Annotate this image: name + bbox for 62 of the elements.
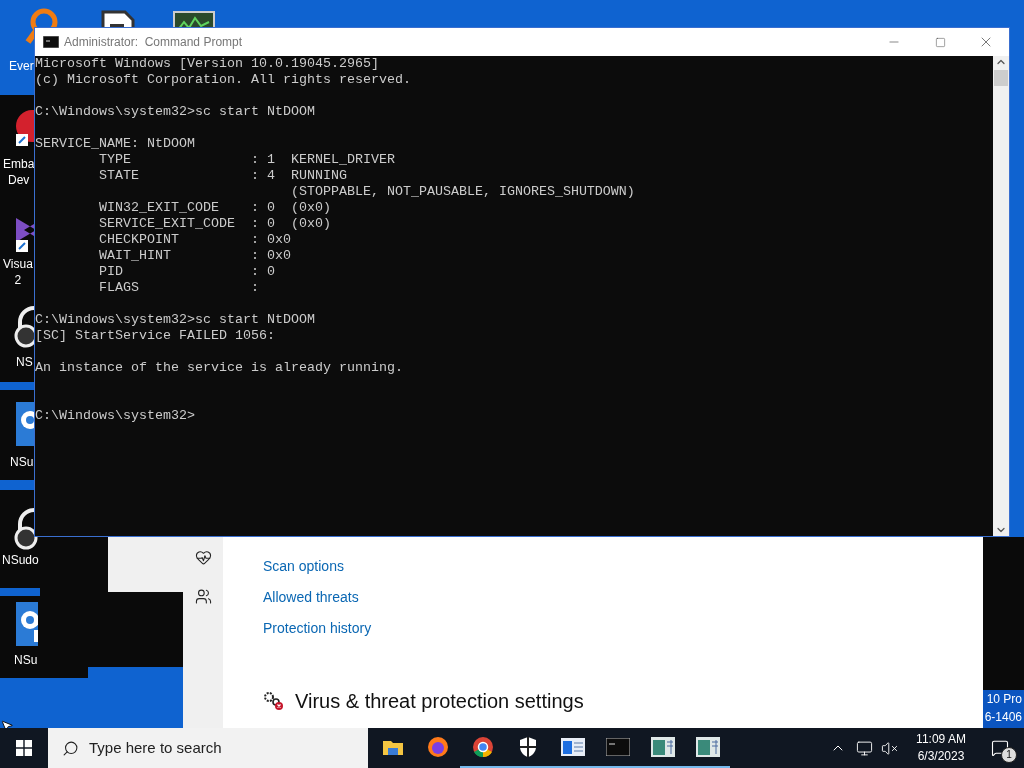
monitor-icon[interactable] — [172, 10, 216, 27]
windows-logo-icon — [16, 740, 32, 756]
scroll-thumb[interactable] — [994, 70, 1008, 86]
terminal-icon — [43, 36, 59, 48]
headphones-icon[interactable] — [14, 506, 38, 550]
icon-label: NSu — [10, 454, 34, 470]
icon-label: NSudo — [2, 552, 39, 568]
window-panel-icon — [560, 738, 585, 756]
shield-icon — [517, 736, 538, 758]
gear-icon[interactable] — [14, 402, 34, 446]
maximize-icon — [934, 36, 946, 48]
console-line: C:\Windows\system32>sc start NtDOOM — [35, 104, 315, 120]
icon-label: NS — [16, 354, 33, 370]
console-line: WIN32_EXIT_CODE : 0 (0x0) — [98, 200, 331, 216]
people-icon[interactable] — [194, 588, 212, 605]
console-line: STATE : 4 RUNNING — [98, 168, 347, 184]
console-line: TYPE : 1 KERNEL_DRIVER — [98, 152, 395, 168]
console-line: SERVICE_EXIT_CODE : 0 (0x0) — [98, 216, 331, 232]
round-browser-icon — [471, 736, 494, 758]
console-line: PID : 0 — [98, 264, 275, 280]
section-heading: Virus & threat protection settings — [295, 689, 584, 714]
clock[interactable]: 11:09 AM 6/3/2023 — [906, 731, 976, 765]
icon-label: NSu — [14, 652, 38, 668]
network-icon[interactable] — [856, 739, 873, 757]
icon-label: Visua — [3, 256, 33, 272]
terminal-icon — [605, 738, 630, 756]
window-icon — [650, 737, 675, 757]
notification-count: 1 — [1001, 747, 1017, 763]
console-line: C:\Windows\system32> — [35, 408, 195, 424]
gears-warning-icon — [263, 691, 285, 711]
edition-text: 10 Pro — [986, 691, 1022, 708]
console-line: WAIT_HINT : 0x0 — [98, 248, 291, 264]
settings-link[interactable]: Allowed threats — [263, 588, 584, 607]
console-line: C:\Windows\system32>sc start NtDOOM — [35, 312, 315, 328]
search-field[interactable]: Type here to search — [48, 728, 368, 768]
icon-label: Dev — [8, 172, 30, 188]
settings-link[interactable]: Protection history — [263, 619, 584, 638]
edition-text: 6-1406 — [984, 709, 1022, 726]
notifications-icon[interactable] — [991, 739, 1009, 757]
scrollbar[interactable] — [993, 56, 1009, 536]
console-line: CHECKPOINT : 0x0 — [98, 232, 291, 248]
console-line: Microsoft Windows [Version 10.0.19045.2965] — [35, 56, 379, 72]
console-line: FLAGS : — [98, 280, 259, 296]
folder-icon — [381, 738, 404, 756]
icon-label: Ever — [9, 58, 34, 74]
console-line: An instance of the service is already running. — [35, 360, 403, 376]
heart-pulse-icon[interactable] — [194, 549, 212, 566]
console-line: SERVICE_NAME: NtDOOM — [35, 136, 195, 152]
console-line: (c) Microsoft Corporation. All rights reserved. — [35, 72, 411, 88]
console-line: [SC] StartService FAILED 1056: — [35, 328, 275, 344]
window-icon — [695, 737, 720, 757]
settings-link[interactable]: Scan options — [263, 557, 584, 576]
document-icon[interactable] — [100, 10, 136, 27]
gear-icon[interactable] — [14, 602, 38, 646]
icon-label: 2 — [14, 272, 22, 288]
search-icon — [62, 739, 79, 757]
console-line: (STOPPABLE, NOT_PAUSABLE, IGNORES_SHUTDOWN) — [289, 184, 635, 200]
window-title: Administrator: Command Prompt — [64, 34, 243, 51]
headphones-icon[interactable] — [14, 304, 34, 348]
globe-fox-icon — [426, 736, 449, 758]
icon-label: Emba — [3, 156, 35, 172]
muted-speaker-icon[interactable] — [881, 739, 898, 757]
